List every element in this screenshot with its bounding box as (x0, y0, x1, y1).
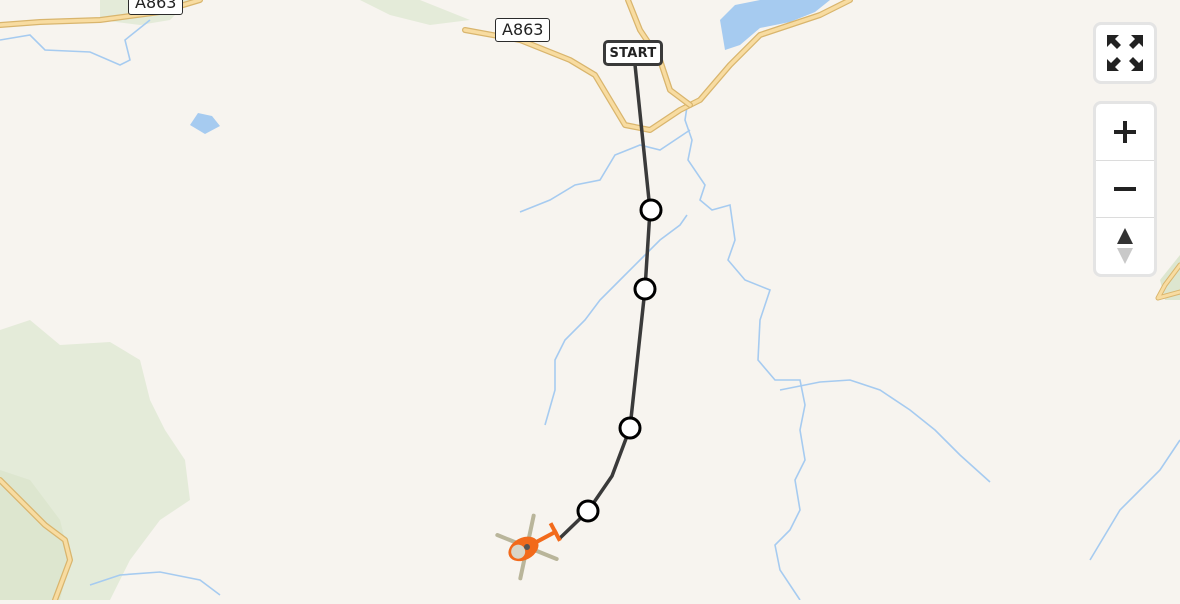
plus-icon (1114, 121, 1136, 143)
compass-button[interactable] (1096, 217, 1154, 274)
minus-icon (1114, 187, 1136, 191)
start-label: START (603, 40, 663, 66)
map-canvas[interactable]: A863 A863 START (0, 0, 1180, 603)
road-label: A863 (128, 0, 184, 15)
helicopter-icon (495, 513, 562, 581)
road-label: A863 (495, 18, 551, 42)
map-base (0, 0, 1180, 603)
waypoint-marker (576, 499, 600, 523)
zoom-in-button[interactable] (1096, 104, 1154, 160)
waypoint-marker (639, 198, 663, 222)
north-arrow-icon (1117, 228, 1133, 264)
zoom-out-button[interactable] (1096, 160, 1154, 217)
lake (190, 113, 220, 134)
fullscreen-button[interactable] (1096, 25, 1154, 81)
zoom-control (1093, 101, 1157, 277)
waypoint-marker (633, 277, 657, 301)
park-area (360, 0, 470, 25)
waypoint-marker (618, 416, 642, 440)
fullscreen-icon (1107, 35, 1143, 71)
lake (720, 0, 830, 50)
fullscreen-control (1093, 22, 1157, 84)
